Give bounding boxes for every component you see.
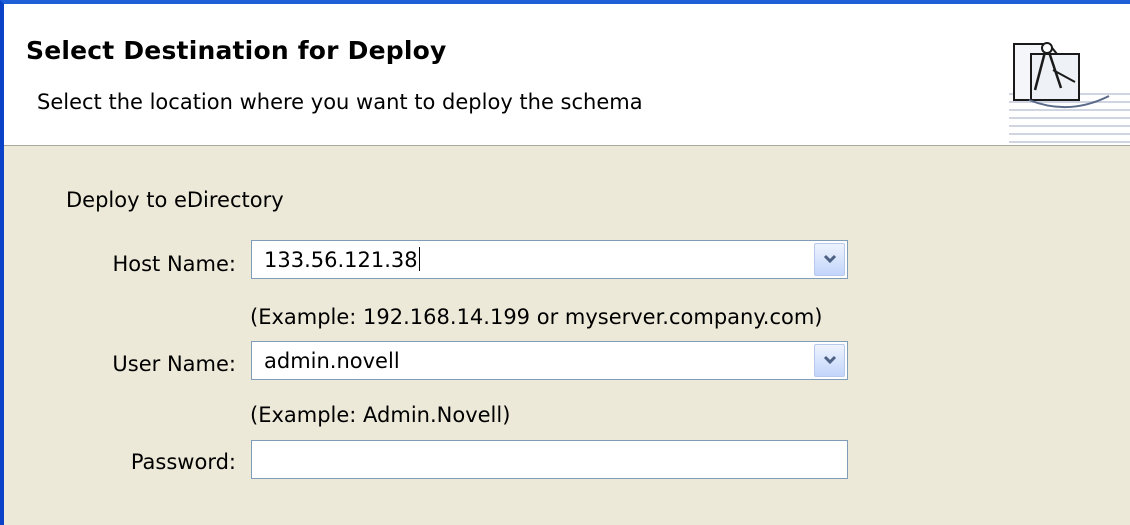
user-name-hint: (Example: Admin.Novell) [250,403,511,427]
user-name-combobox[interactable]: admin.novell [251,341,848,380]
user-name-dropdown-button[interactable] [814,344,845,377]
host-name-dropdown-button[interactable] [814,243,845,276]
host-name-combobox[interactable]: 133.56.121.38 [251,240,848,279]
page-description: Select the location where you want to de… [37,90,643,114]
text-caret [418,247,420,271]
wizard-compass-icon [1009,26,1130,146]
host-name-value[interactable]: 133.56.121.38 [264,247,420,273]
host-name-hint: (Example: 192.168.14.199 or myserver.com… [250,305,823,329]
password-label: Password: [130,450,236,474]
wizard-banner: Select Destination for Deploy Select the… [4,4,1130,146]
user-name-label: User Name: [112,352,236,376]
chevron-down-icon [823,355,837,365]
page-title: Select Destination for Deploy [26,36,447,65]
host-name-label: Host Name: [112,252,236,276]
section-label-deploy: Deploy to eDirectory [66,188,284,212]
host-name-text: 133.56.121.38 [264,248,418,272]
user-name-value[interactable]: admin.novell [264,349,400,373]
password-field[interactable] [251,440,848,479]
chevron-down-icon [823,254,837,264]
